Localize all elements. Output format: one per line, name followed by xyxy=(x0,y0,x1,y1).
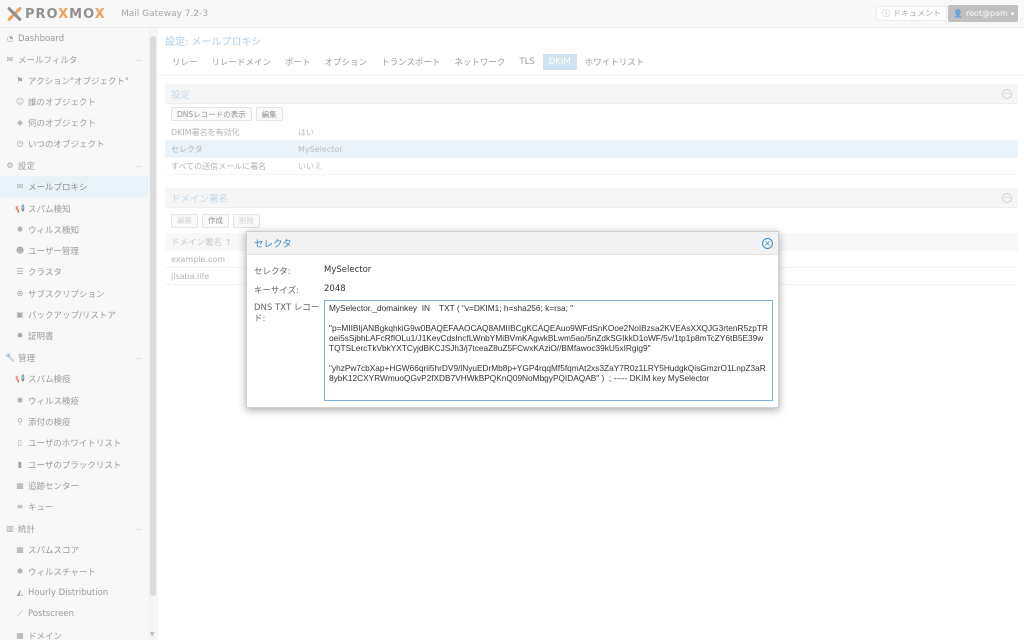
selector-value: MySelector xyxy=(324,265,372,275)
close-icon[interactable]: × xyxy=(762,238,773,249)
dns-txt-label: DNS TXT レコード: xyxy=(254,303,320,324)
dialog-header: セレクタ xyxy=(247,232,778,255)
keysize-label: キーサイズ: xyxy=(254,286,299,296)
dns-txt-record-textarea[interactable]: MySelector._domainkey IN TXT ( "v=DKIM1;… xyxy=(324,300,773,401)
keysize-value: 2048 xyxy=(324,284,346,294)
dialog-title: セレクタ xyxy=(254,239,292,250)
selector-label: セレクタ: xyxy=(254,267,291,277)
selector-dialog: セレクタ × セレクタ: MySelector キーサイズ: 2048 DNS … xyxy=(246,231,779,408)
